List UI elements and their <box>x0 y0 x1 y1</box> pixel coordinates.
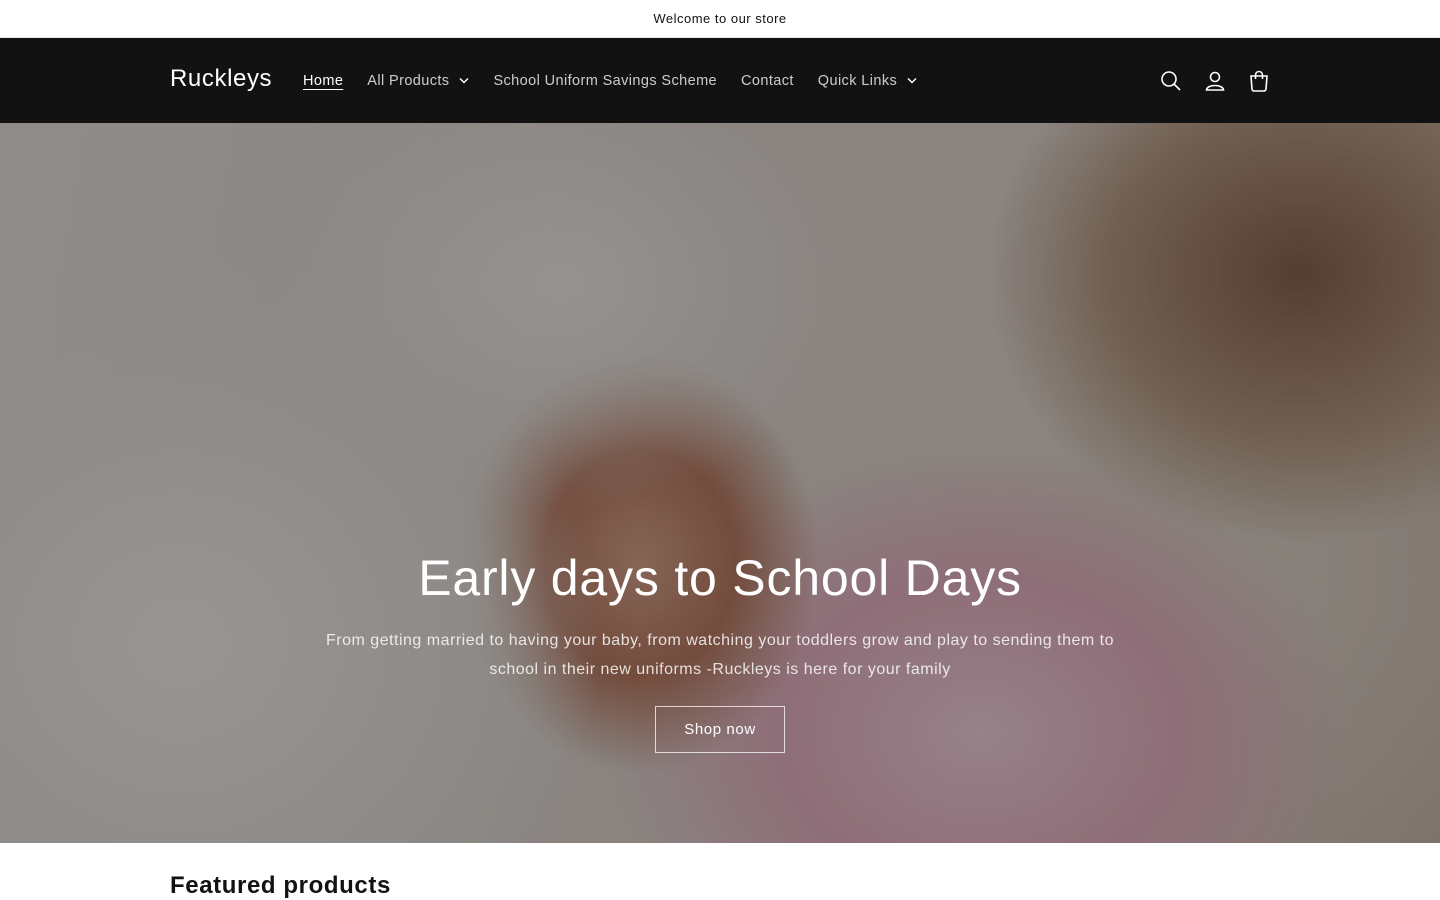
nav-item-label: Home <box>303 72 344 89</box>
nav-item-home[interactable]: Home <box>291 73 355 89</box>
nav-item-savings-scheme[interactable]: School Uniform Savings Scheme <box>481 73 729 89</box>
nav-item-quick-links[interactable]: Quick Links <box>806 73 929 89</box>
featured-products-heading: Featured products <box>170 872 391 899</box>
account-icon[interactable] <box>1193 59 1237 103</box>
hero-subtitle: From getting married to having your baby… <box>326 632 1114 678</box>
store-logo[interactable]: Ruckleys <box>170 65 272 93</box>
search-icon[interactable] <box>1149 59 1193 103</box>
site-header: Ruckleys Home All Products School Unifor… <box>0 38 1440 123</box>
nav-item-label: Quick Links <box>817 72 898 89</box>
nav-item-contact[interactable]: Contact <box>729 73 806 89</box>
hero-banner: Early days to School Days From getting m… <box>0 123 1440 843</box>
nav-item-all-products[interactable]: All Products <box>355 73 481 89</box>
main-nav: Home All Products School Uniform Savings… <box>291 38 929 123</box>
nav-item-label: Contact <box>741 72 794 89</box>
cart-icon[interactable] <box>1237 59 1281 103</box>
announcement-text: Welcome to our store <box>653 11 787 26</box>
nav-item-label: All Products <box>367 72 450 89</box>
hero-title: Early days to School Days <box>418 550 1022 606</box>
hero-content: Early days to School Days From getting m… <box>0 123 1440 843</box>
shop-now-button[interactable]: Shop now <box>655 706 785 753</box>
header-icons <box>1149 38 1281 123</box>
chevron-down-icon <box>459 77 469 84</box>
nav-item-label: School Uniform Savings Scheme <box>493 72 718 89</box>
chevron-down-icon <box>907 77 917 84</box>
announcement-bar: Welcome to our store <box>0 0 1440 38</box>
